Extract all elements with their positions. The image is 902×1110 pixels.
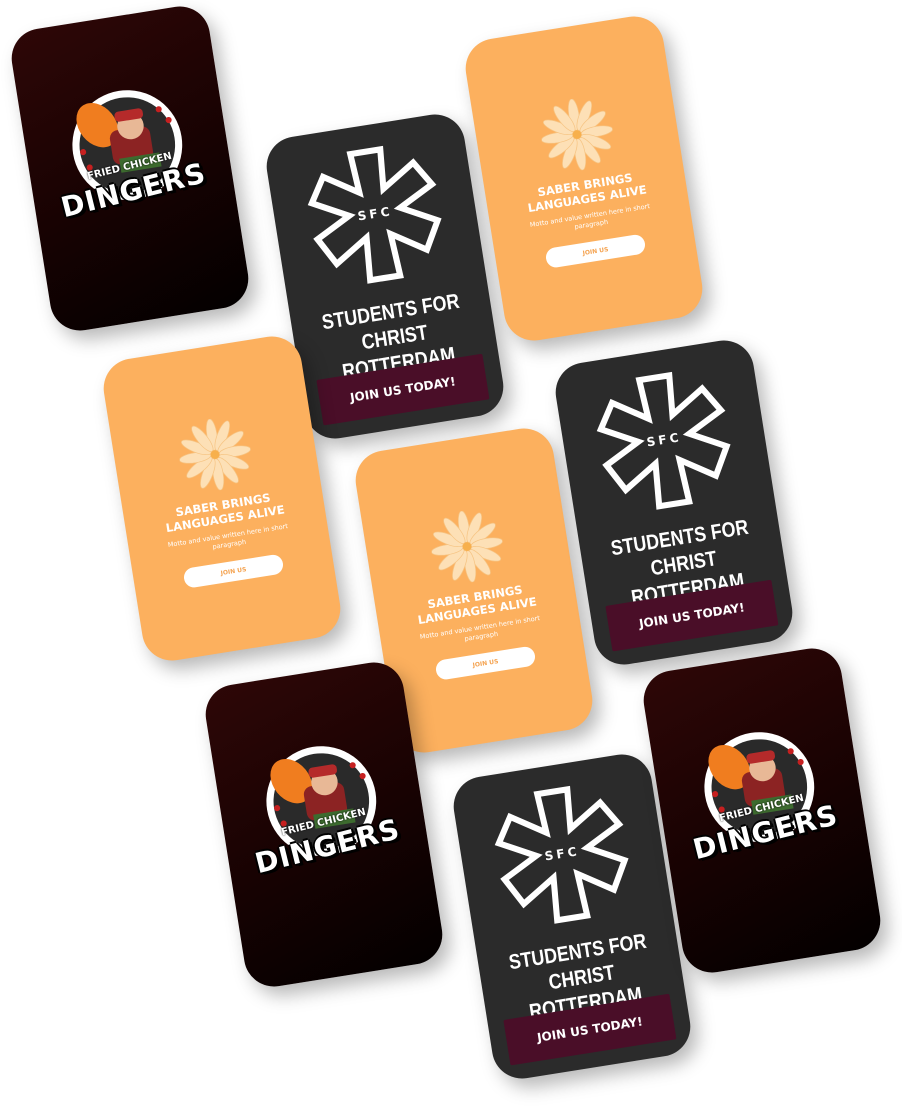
dingers-card-3[interactable]: FRIED CHICKEN DINGERS — [639, 644, 885, 977]
svg-text:SFC: SFC — [646, 430, 683, 449]
saber-card-1[interactable]: SABER BRINGS LANGUAGES ALIVE Motto and v… — [461, 12, 707, 345]
flower-icon — [179, 418, 251, 491]
sfc-star-logo-icon: SFC — [307, 145, 442, 284]
flower-icon — [431, 510, 503, 583]
join-us-button[interactable]: JOIN US — [434, 645, 537, 681]
sfc-card-2[interactable]: SFC STUDENTS FOR CHRIST ROTTERDAM JOIN U… — [551, 336, 797, 669]
sfc-star-logo-icon: SFC — [596, 371, 731, 510]
join-us-button[interactable]: JOIN US — [182, 553, 285, 589]
sfc-card-3[interactable]: SFC STUDENTS FOR CHRIST ROTTERDAM JOIN U… — [449, 750, 695, 1083]
svg-text:SFC: SFC — [357, 204, 394, 223]
dingers-card-1[interactable]: FRIED CHICKEN DINGERS — [7, 2, 253, 335]
flower-icon — [541, 98, 613, 171]
svg-text:SFC: SFC — [544, 844, 581, 863]
join-us-button[interactable]: JOIN US — [544, 233, 647, 269]
sfc-star-logo-icon: SFC — [494, 785, 629, 924]
